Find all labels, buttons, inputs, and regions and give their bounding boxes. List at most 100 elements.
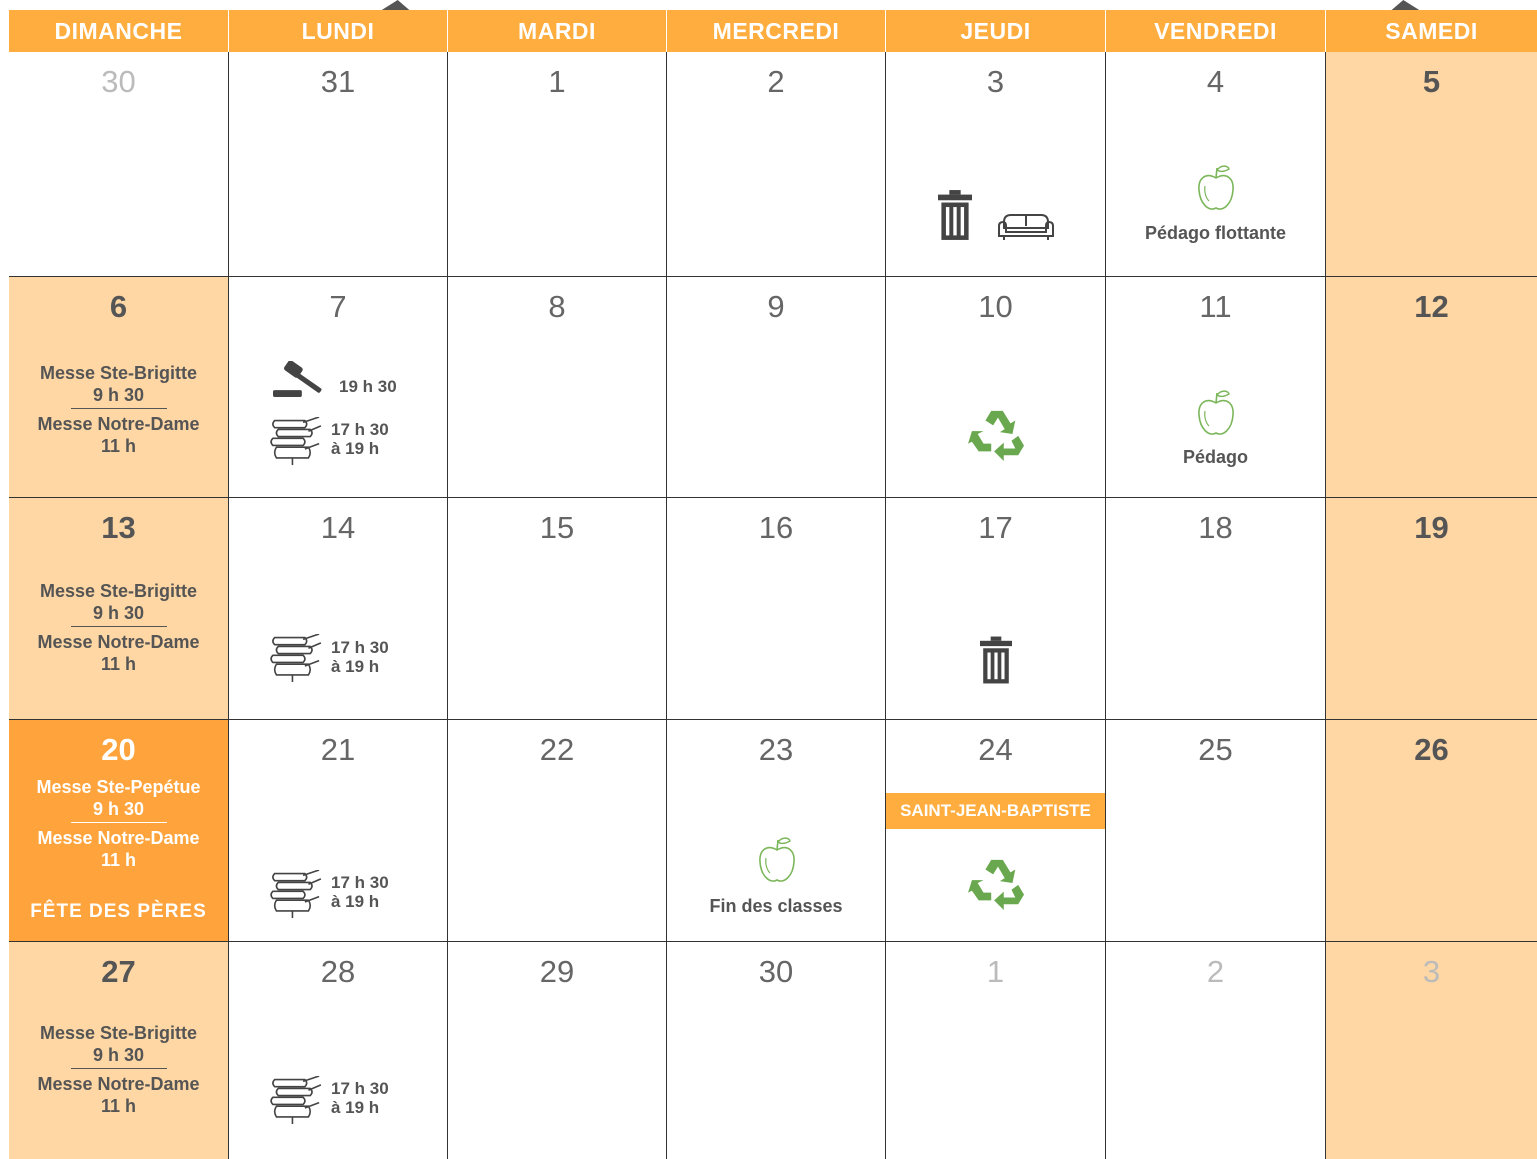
day-cell[interactable]: 18: [1106, 498, 1326, 720]
day-cell[interactable]: 13 Messe Ste-Brigitte 9 h 30 Messe Notre…: [9, 498, 229, 720]
day-cell[interactable]: 4 Pédago flottante: [1106, 52, 1326, 277]
day-number: 17: [978, 510, 1013, 545]
day-cell[interactable]: 2: [1106, 942, 1326, 1159]
weekday-saturday: SAMEDI: [1326, 10, 1537, 52]
mass-notredame: Messe Notre-Dame: [37, 414, 200, 434]
apple-icon: [1196, 389, 1236, 439]
books-icon: [269, 1076, 323, 1124]
day-cell[interactable]: 2: [667, 52, 886, 277]
day-number: 1: [548, 64, 566, 99]
mass-schedule: Messe Ste-Brigitte 9 h 30 Messe Notre-Da…: [9, 362, 228, 457]
day-number: 26: [1414, 732, 1449, 767]
day-cell[interactable]: 7 19 h 30 17 h 30 à 19 h: [229, 277, 448, 498]
day-cell[interactable]: 19: [1326, 498, 1537, 720]
library-end: à 19 h: [331, 657, 380, 676]
mass-time-1: 9 h 30: [92, 385, 145, 405]
day-cell[interactable]: 20 Messe Ste-Pepétue 9 h 30 Messe Notre-…: [9, 720, 229, 942]
day-cell[interactable]: 29: [448, 942, 667, 1159]
mass-pepetue: Messe Ste-Pepétue: [36, 777, 201, 797]
library-start: 17 h 30: [331, 638, 389, 657]
day-number: 27: [101, 954, 136, 989]
mass-time-2: 11 h: [100, 436, 137, 456]
day-number: 21: [320, 732, 356, 767]
day-cell[interactable]: 21 17 h 30 à 19 h: [229, 720, 448, 942]
mass-brigitte: Messe Ste-Brigitte: [39, 581, 198, 601]
day-number: 12: [1414, 289, 1449, 324]
day-number: 31: [320, 64, 356, 99]
mass-brigitte: Messe Ste-Brigitte: [39, 1023, 198, 1043]
library-start: 17 h 30: [331, 1079, 389, 1098]
trash-icon: [980, 636, 1012, 684]
mass-time-1: 9 h 30: [92, 1045, 145, 1065]
mass-schedule: Messe Ste-Brigitte 9 h 30 Messe Notre-Da…: [9, 1022, 228, 1117]
day-cell[interactable]: 8: [448, 277, 667, 498]
weekday-wednesday: MERCREDI: [667, 10, 886, 52]
saint-jean-baptiste-banner: SAINT-JEAN-BAPTISTE: [886, 793, 1105, 829]
weekday-friday: VENDREDI: [1106, 10, 1326, 52]
day-cell[interactable]: 30: [9, 52, 229, 277]
day-cell[interactable]: 24 SAINT-JEAN-BAPTISTE: [886, 720, 1106, 942]
weekday-tuesday: MARDI: [448, 10, 667, 52]
library-start: 17 h 30: [331, 420, 389, 439]
day-number: 15: [539, 510, 575, 545]
day-number: 16: [758, 510, 794, 545]
books-icon: [269, 417, 323, 465]
weekday-header: DIMANCHE LUNDI MARDI MERCREDI JEUDI VEND…: [9, 10, 1537, 52]
day-cell[interactable]: 12: [1326, 277, 1537, 498]
day-number: 8: [548, 289, 566, 324]
apple-icon: [757, 836, 797, 886]
day-number: 14: [320, 510, 356, 545]
day-cell[interactable]: 1: [886, 942, 1106, 1159]
day-cell[interactable]: 15: [448, 498, 667, 720]
day-number: 5: [1422, 64, 1441, 99]
day-cell[interactable]: 27 Messe Ste-Brigitte 9 h 30 Messe Notre…: [9, 942, 229, 1159]
day-cell[interactable]: 11 Pédago: [1106, 277, 1326, 498]
mass-time-1: 9 h 30: [92, 603, 145, 623]
library-start: 17 h 30: [331, 873, 389, 892]
day-number: 6: [109, 289, 128, 324]
day-number: 10: [978, 289, 1013, 324]
day-cell[interactable]: 30: [667, 942, 886, 1159]
mass-divider: [70, 626, 167, 627]
day-number: 9: [767, 289, 785, 324]
library-hours: 17 h 30 à 19 h: [331, 1079, 389, 1117]
day-cell[interactable]: 25: [1106, 720, 1326, 942]
calendar: DIMANCHE LUNDI MARDI MERCREDI JEUDI VEND…: [9, 10, 1537, 1159]
day-cell[interactable]: 16: [667, 498, 886, 720]
day-cell[interactable]: 31: [229, 52, 448, 277]
recycle-icon: [968, 407, 1026, 461]
mass-divider: [70, 822, 167, 823]
books-icon: [269, 634, 323, 682]
day-cell[interactable]: 17: [886, 498, 1106, 720]
day-number: 18: [1198, 510, 1233, 545]
mass-time-1: 9 h 30: [92, 799, 145, 819]
day-cell[interactable]: 22: [448, 720, 667, 942]
day-cell[interactable]: 3: [886, 52, 1106, 277]
day-number: 24: [978, 732, 1013, 767]
day-cell[interactable]: 1: [448, 52, 667, 277]
day-number: 30: [758, 954, 794, 989]
day-cell[interactable]: 6 Messe Ste-Brigitte 9 h 30 Messe Notre-…: [9, 277, 229, 498]
recycle-icon: [968, 856, 1026, 910]
weekday-sunday: DIMANCHE: [9, 10, 229, 52]
day-cell[interactable]: 3: [1326, 942, 1537, 1159]
day-cell[interactable]: 23 Fin des classes: [667, 720, 886, 942]
day-number: 25: [1198, 732, 1233, 767]
day-number: 2: [767, 64, 785, 99]
day-cell[interactable]: 9: [667, 277, 886, 498]
day-number: 29: [539, 954, 575, 989]
weekday-monday: LUNDI: [229, 10, 448, 52]
day-number: 23: [758, 732, 794, 767]
calendar-grid: 30 31 1 2 3 4 Pédago flottante 5 6 Messe: [9, 52, 1537, 1159]
library-hours: 17 h 30 à 19 h: [331, 873, 389, 911]
day-cell[interactable]: 14 17 h 30 à 19 h: [229, 498, 448, 720]
day-number: 11: [1199, 289, 1232, 324]
day-number: 7: [329, 289, 347, 324]
day-cell[interactable]: 28 17 h 30 à 19 h: [229, 942, 448, 1159]
day-cell[interactable]: 10: [886, 277, 1106, 498]
mass-schedule: Messe Ste-Pepétue 9 h 30 Messe Notre-Dam…: [9, 776, 228, 871]
mass-time-2: 11 h: [100, 654, 137, 674]
library-hours: 17 h 30 à 19 h: [331, 638, 389, 676]
day-cell[interactable]: 26: [1326, 720, 1537, 942]
day-cell[interactable]: 5: [1326, 52, 1537, 277]
